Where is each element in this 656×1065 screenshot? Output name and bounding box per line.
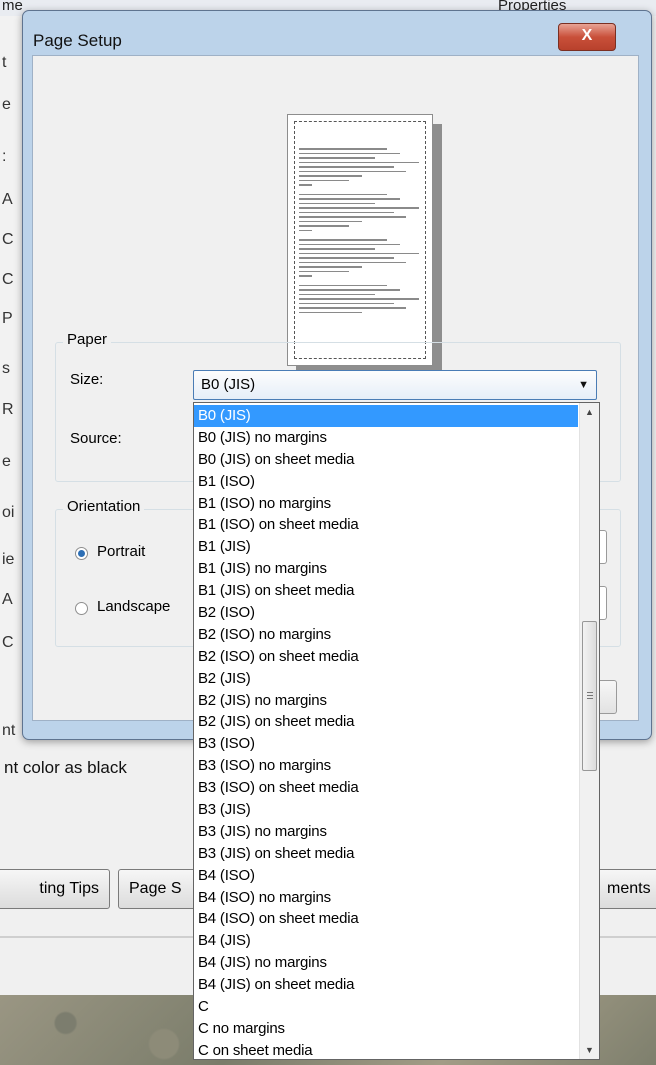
- printing-tips-button[interactable]: ting Tips: [0, 869, 110, 909]
- dropdown-option[interactable]: B2 (JIS) no margins: [194, 690, 578, 712]
- dropdown-option[interactable]: B3 (ISO) no margins: [194, 755, 578, 777]
- landscape-radio[interactable]: [75, 602, 88, 615]
- dropdown-option[interactable]: B1 (ISO) on sheet media: [194, 514, 578, 536]
- dropdown-option[interactable]: B2 (ISO) no margins: [194, 624, 578, 646]
- close-button[interactable]: X: [558, 23, 616, 51]
- bg-left-letter: P: [2, 310, 13, 327]
- dropdown-option[interactable]: C no margins: [194, 1018, 578, 1040]
- dropdown-option[interactable]: B4 (ISO) no margins: [194, 887, 578, 909]
- paper-size-dropdown-list[interactable]: B0 (JIS) B0 (JIS) no margins B0 (JIS) on s…: [193, 402, 600, 1060]
- paper-size-select[interactable]: B0 (JIS) ▼: [193, 370, 597, 400]
- dialog-button-edge[interactable]: [598, 680, 617, 714]
- dropdown-option[interactable]: B2 (ISO): [194, 602, 578, 624]
- dropdown-option[interactable]: B1 (JIS): [194, 536, 578, 558]
- bg-left-letter: s: [2, 360, 10, 377]
- dropdown-items: B0 (JIS) B0 (JIS) no margins B0 (JIS) on s…: [194, 405, 578, 1059]
- dropdown-option[interactable]: B3 (JIS) on sheet media: [194, 843, 578, 865]
- dropdown-option[interactable]: B2 (ISO) on sheet media: [194, 646, 578, 668]
- close-icon: X: [581, 27, 593, 44]
- background-title-fragment: me: [2, 0, 23, 14]
- window-title: Page Setup: [33, 31, 122, 50]
- dropdown-option[interactable]: B3 (ISO) on sheet media: [194, 777, 578, 799]
- dropdown-option[interactable]: B0 (JIS) no margins: [194, 427, 578, 449]
- bg-left-letter: t: [2, 54, 7, 71]
- print-color-as-black-fragment: nt color as black: [4, 758, 127, 777]
- page-setup-button[interactable]: Page S: [118, 869, 198, 909]
- portrait-label[interactable]: Portrait: [97, 543, 145, 560]
- bg-left-letter: e: [2, 96, 11, 113]
- bg-left-letter: e: [2, 453, 11, 470]
- dropdown-option[interactable]: B2 (JIS): [194, 668, 578, 690]
- size-label: Size:: [70, 371, 104, 388]
- dropdown-option[interactable]: B1 (JIS) on sheet media: [194, 580, 578, 602]
- scrollbar-thumb[interactable]: [582, 621, 597, 771]
- dropdown-option[interactable]: B1 (JIS) no margins: [194, 558, 578, 580]
- scroll-up-arrow-icon[interactable]: ▲: [580, 403, 599, 421]
- bg-left-letter: C: [2, 271, 14, 288]
- dropdown-option[interactable]: B3 (JIS): [194, 799, 578, 821]
- chevron-down-icon[interactable]: ▼: [578, 371, 589, 399]
- bg-left-letter: R: [2, 401, 14, 418]
- dropdown-option[interactable]: B4 (ISO): [194, 865, 578, 887]
- dropdown-option[interactable]: B4 (JIS): [194, 930, 578, 952]
- bg-left-letter: nt: [2, 722, 16, 739]
- bg-left-letter: A: [2, 191, 13, 208]
- dropdown-option[interactable]: B1 (ISO) no margins: [194, 493, 578, 515]
- preview-text-lines: [299, 148, 425, 316]
- page-preview: [287, 114, 433, 366]
- dropdown-option[interactable]: B3 (ISO): [194, 733, 578, 755]
- portrait-radio[interactable]: [75, 547, 88, 560]
- bg-left-letter: :: [2, 148, 7, 165]
- orientation-group-label: Orientation: [63, 498, 145, 515]
- landscape-label[interactable]: Landscape: [97, 598, 170, 615]
- bg-left-letter: oi: [2, 504, 15, 521]
- paper-group-label: Paper: [63, 331, 112, 348]
- dropdown-option[interactable]: B1 (ISO): [194, 471, 578, 493]
- dropdown-option[interactable]: B4 (JIS) no margins: [194, 952, 578, 974]
- bg-left-letter: C: [2, 231, 14, 248]
- dropdown-option[interactable]: B0 (JIS) on sheet media: [194, 449, 578, 471]
- paper-size-value: B0 (JIS): [201, 376, 256, 393]
- dropdown-option[interactable]: C: [194, 996, 578, 1018]
- bg-left-letter: C: [2, 634, 14, 651]
- dropdown-option[interactable]: B3 (JIS) no margins: [194, 821, 578, 843]
- dropdown-option[interactable]: B4 (JIS) on sheet media: [194, 974, 578, 996]
- scroll-down-arrow-icon[interactable]: ▼: [580, 1041, 599, 1059]
- source-label: Source:: [70, 430, 122, 447]
- dropdown-option[interactable]: B0 (JIS): [194, 405, 578, 427]
- bg-left-letter: A: [2, 591, 13, 608]
- documents-button[interactable]: ments: [596, 869, 656, 909]
- dropdown-option[interactable]: B2 (JIS) on sheet media: [194, 711, 578, 733]
- bg-left-letter: ie: [2, 551, 15, 568]
- grip-icon: [587, 692, 593, 699]
- dropdown-scrollbar[interactable]: ▲ ▼: [579, 403, 599, 1059]
- dropdown-option[interactable]: C on sheet media: [194, 1040, 578, 1059]
- dropdown-option[interactable]: B4 (ISO) on sheet media: [194, 908, 578, 930]
